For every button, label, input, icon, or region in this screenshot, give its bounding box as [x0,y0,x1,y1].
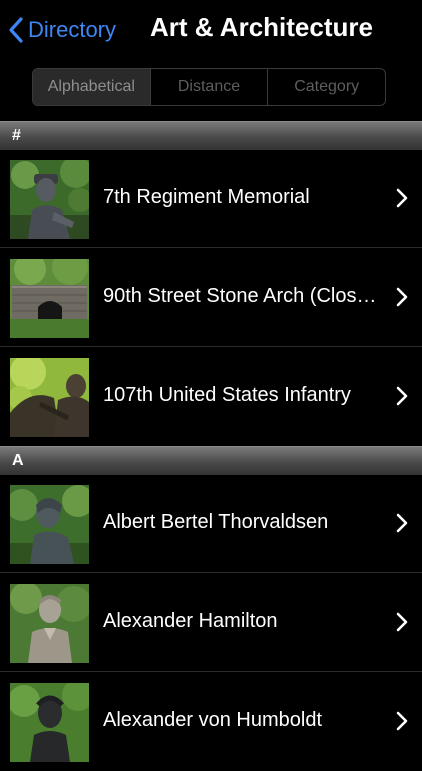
list-item-label: 107th United States Infantry [103,384,351,406]
list-item-label: 7th Regiment Memorial [103,186,310,208]
list-item[interactable]: Alexander von Humboldt [0,673,422,771]
chevron-right-icon [396,513,408,533]
sort-segmented-control: Alphabetical Distance Category [32,68,386,106]
list-item-label: Alexander von Humboldt [103,709,323,731]
section-header-a: A [0,446,422,476]
chevron-right-icon [396,188,408,208]
section-header-label: # [12,127,21,144]
list-item[interactable]: 107th United States Infantry [0,348,422,446]
navigation-bar: Directory Art & Architecture [0,0,422,58]
list-item-label: Albert Bertel Thorvaldsen [103,511,329,533]
chevron-right-icon [396,386,408,406]
list-item[interactable]: 90th Street Stone Arch (Closed) [0,249,422,347]
row-divider [0,247,422,248]
stone-arch-thumbnail [10,259,89,338]
section-header-hash: # [0,121,422,151]
chevron-right-icon [396,287,408,307]
segment-distance[interactable]: Distance [149,69,268,105]
row-divider [0,671,422,672]
list-item[interactable]: 7th Regiment Memorial [0,150,422,248]
page-title: Art & Architecture [150,12,373,42]
back-button[interactable]: Directory [8,14,116,46]
infantry-statue-thumbnail [10,358,89,437]
thorvaldsen-statue-thumbnail [10,485,89,564]
section-header-label: A [12,452,24,469]
segment-alphabetical[interactable]: Alphabetical [33,69,150,105]
list-item-label: Alexander Hamilton [103,610,278,632]
chevron-right-icon [396,711,408,731]
chevron-right-icon [396,612,408,632]
humboldt-bust-thumbnail [10,683,89,762]
list-item-label: 90th Street Stone Arch (Closed) [103,285,385,307]
hamilton-statue-thumbnail [10,584,89,663]
list-item[interactable]: Alexander Hamilton [0,574,422,672]
chevron-left-icon [8,16,24,44]
row-divider [0,572,422,573]
list-item[interactable]: Albert Bertel Thorvaldsen [0,475,422,573]
segment-category[interactable]: Category [267,69,385,105]
statue-soldier-thumbnail [10,160,89,239]
row-divider [0,346,422,347]
back-button-label: Directory [28,17,117,42]
